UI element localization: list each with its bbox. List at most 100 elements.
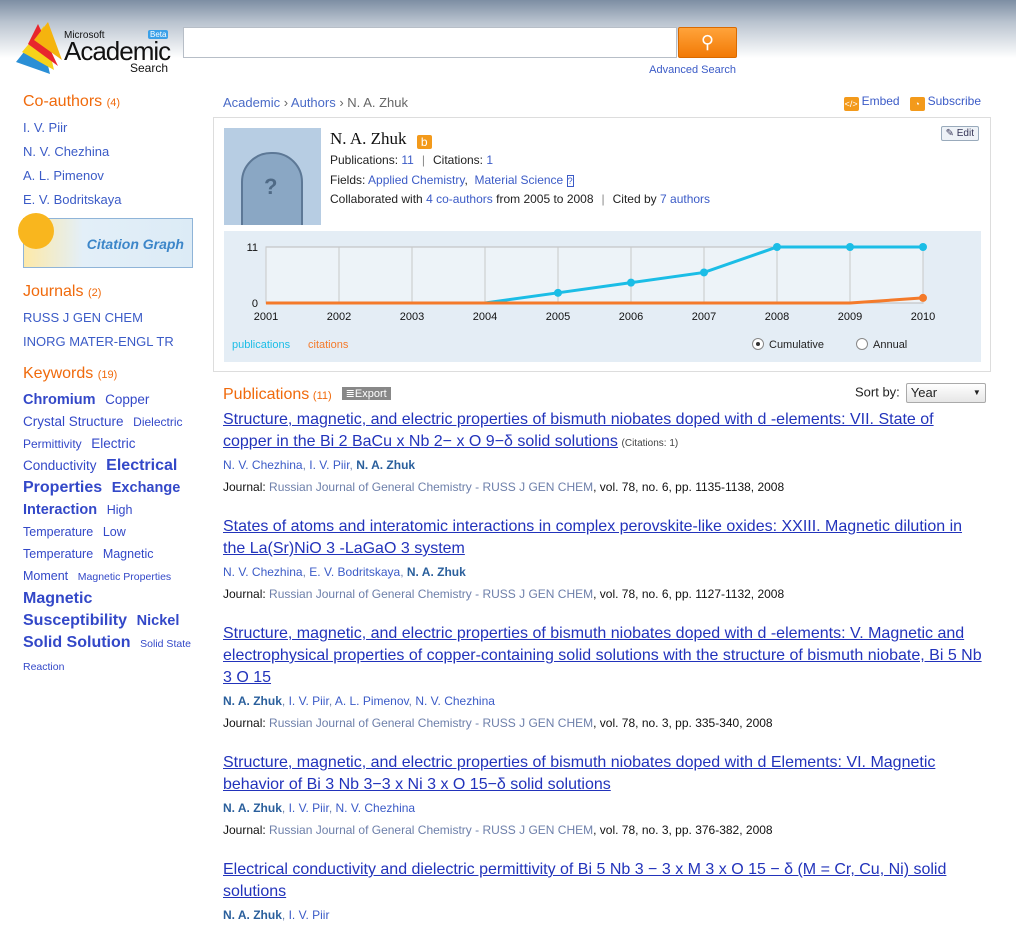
journal-link[interactable]: INORG MATER-ENGL TR: [23, 334, 195, 349]
bing-icon[interactable]: b: [416, 135, 432, 149]
help-icon[interactable]: ?: [566, 175, 574, 187]
publication-title-link[interactable]: States of atoms and interatomic interact…: [223, 518, 962, 557]
sort-select[interactable]: Year: [905, 383, 986, 403]
publications-point: [919, 243, 927, 251]
x-tick-label: 2009: [838, 311, 862, 323]
coauthor-link[interactable]: N. V. Chezhina: [23, 144, 195, 159]
author-link[interactable]: I. V. Piir: [289, 908, 330, 922]
coauthor-link[interactable]: I. V. Piir: [23, 120, 195, 135]
author-link[interactable]: I. V. Piir: [289, 694, 329, 708]
edit-button[interactable]: ✎ Edit: [940, 126, 979, 141]
field-link[interactable]: Applied Chemistry: [368, 173, 464, 187]
keyword-link[interactable]: Solid Solution: [23, 634, 131, 651]
citation-graph-link[interactable]: Citation Graph: [18, 213, 193, 268]
annual-radio[interactable]: Annual: [856, 338, 907, 351]
coauthors-link[interactable]: 4 co-authors: [426, 192, 493, 206]
publication-item: Structure, magnetic, and electric proper…: [223, 623, 983, 730]
keyword-link[interactable]: Nickel: [137, 613, 180, 629]
x-tick-label: 2001: [254, 311, 278, 323]
author-photo-placeholder: ?: [224, 128, 321, 225]
breadcrumb: Academic › Authors › N. A. Zhuk: [223, 95, 408, 110]
publications-count-link[interactable]: 11: [401, 153, 413, 167]
search-button[interactable]: ⚲: [678, 27, 737, 58]
keyword-link[interactable]: Chromium: [23, 392, 96, 408]
publication-title-row: Structure, magnetic, and electric proper…: [223, 752, 983, 796]
publication-title-link[interactable]: Electrical conductivity and dielectric p…: [223, 861, 946, 900]
journal-link[interactable]: Russian Journal of General Chemistry - R…: [269, 587, 593, 601]
legend-publications[interactable]: publications: [232, 339, 290, 351]
left-sidebar: Co-authors (4) I. V. Piir N. V. Chezhina A…: [18, 93, 195, 678]
breadcrumb-authors[interactable]: Authors: [291, 95, 336, 110]
publication-item: Structure, magnetic, and electric proper…: [223, 752, 983, 837]
breadcrumb-academic[interactable]: Academic: [223, 95, 280, 110]
keyword-cloud: Chromium Copper Crystal Structure Dielec…: [23, 389, 195, 678]
journal-label: Journal: [223, 716, 263, 730]
author-link[interactable]: N. V. Chezhina: [335, 801, 415, 815]
page-actions: </> Embed ◔ Subscribe: [843, 94, 981, 111]
keyword-link[interactable]: Magnetic Properties: [78, 571, 171, 583]
publication-citations[interactable]: (Citations: 1): [622, 438, 679, 449]
publication-title-link[interactable]: Structure, magnetic, and electric proper…: [223, 411, 934, 450]
author-link[interactable]: N. A. Zhuk: [356, 458, 415, 472]
advanced-search-link[interactable]: Advanced Search: [600, 64, 736, 76]
publication-journal: Journal: Russian Journal of General Chem…: [223, 716, 773, 730]
subscribe-link[interactable]: ◔ Subscribe: [909, 94, 981, 111]
publication-authors: N. A. Zhuk, I. V. Piir, A. L. Pimenov, N…: [223, 694, 495, 708]
author-link[interactable]: N. A. Zhuk: [223, 694, 282, 708]
keyword-link[interactable]: Copper: [105, 392, 149, 407]
author-link[interactable]: N. V. Chezhina: [223, 458, 303, 472]
journal-link[interactable]: Russian Journal of General Chemistry - R…: [269, 480, 593, 494]
export-button[interactable]: ≣Export: [341, 387, 391, 400]
publication-authors: N. A. Zhuk, I. V. Piir, N. V. Chezhina: [223, 801, 416, 815]
journal-link[interactable]: Russian Journal of General Chemistry - R…: [269, 716, 593, 730]
author-link[interactable]: N. A. Zhuk: [223, 801, 282, 815]
publications-point: [846, 243, 854, 251]
keywords-heading: Keywords (19): [23, 365, 118, 382]
cited-by-link[interactable]: 7 authors: [660, 192, 710, 206]
publication-details: , vol. 78, no. 3, pp. 376-382, 2008: [593, 823, 773, 837]
y-tick-label: 0: [252, 298, 258, 310]
publication-title-link[interactable]: Structure, magnetic, and electric proper…: [223, 754, 935, 793]
publication-authors: N. V. Chezhina, E. V. Bodritskaya, N. A.…: [223, 565, 466, 579]
search-icon: ⚲: [700, 32, 715, 52]
publication-authors: N. A. Zhuk, I. V. Piir: [223, 908, 330, 922]
author-link[interactable]: N. V. Chezhina: [415, 694, 495, 708]
publication-journal: Journal: Russian Journal of General Chem…: [223, 823, 773, 837]
publication-chart: 2001 2002 2003 2004 2005 2006 2007 2008 2009 2010…: [224, 231, 981, 362]
journal-link[interactable]: Russian Journal of General Chemistry - R…: [269, 823, 593, 837]
coauthor-link[interactable]: A. L. Pimenov: [23, 168, 195, 183]
x-tick-label: 2004: [473, 311, 497, 323]
x-tick-label: 2003: [400, 311, 424, 323]
rss-icon: ◔: [909, 97, 925, 111]
breadcrumb-current: N. A. Zhuk: [347, 95, 408, 110]
author-link[interactable]: A. L. Pimenov: [335, 694, 409, 708]
keyword-link[interactable]: Magnetic Susceptibility: [23, 590, 127, 629]
author-link[interactable]: I. V. Piir: [289, 801, 329, 815]
journal-label: Journal: [223, 823, 263, 837]
author-profile: ? N. A. Zhuk b Publications: 11 | Citation…: [213, 117, 991, 372]
embed-icon: </>: [843, 97, 859, 111]
publication-journal: Journal: Russian Journal of General Chem…: [223, 587, 785, 601]
coauthor-link[interactable]: E. V. Bodritskaya: [23, 192, 195, 207]
journal-link[interactable]: RUSS J GEN CHEM: [23, 310, 195, 325]
publication-journal: Journal: Russian Journal of General Chem…: [223, 480, 785, 494]
author-link[interactable]: E. V. Bodritskaya: [309, 565, 400, 579]
legend-citations[interactable]: citations: [308, 339, 348, 351]
author-link[interactable]: N. A. Zhuk: [407, 565, 466, 579]
author-link[interactable]: I. V. Piir: [309, 458, 349, 472]
publication-title-row: Structure, magnetic, and electric proper…: [223, 623, 983, 689]
publication-title-link[interactable]: Structure, magnetic, and electric proper…: [223, 625, 982, 686]
author-link[interactable]: N. A. Zhuk: [223, 908, 282, 922]
cumulative-radio[interactable]: Cumulative: [752, 338, 824, 351]
search-input[interactable]: [183, 27, 677, 58]
author-link[interactable]: N. V. Chezhina: [223, 565, 303, 579]
field-link[interactable]: Material Science: [475, 173, 564, 187]
citations-count-link[interactable]: 1: [486, 153, 493, 167]
keyword-link[interactable]: Crystal Structure: [23, 414, 124, 429]
x-tick-label: 2008: [765, 311, 789, 323]
author-stats: Publications: 11 | Citations: 1: [330, 153, 494, 167]
academic-search-logo[interactable]: Microsoft Academic Search Beta: [14, 22, 174, 77]
x-tick-label: 2002: [327, 311, 351, 323]
embed-link[interactable]: </> Embed: [843, 94, 900, 111]
x-tick-label: 2006: [619, 311, 643, 323]
